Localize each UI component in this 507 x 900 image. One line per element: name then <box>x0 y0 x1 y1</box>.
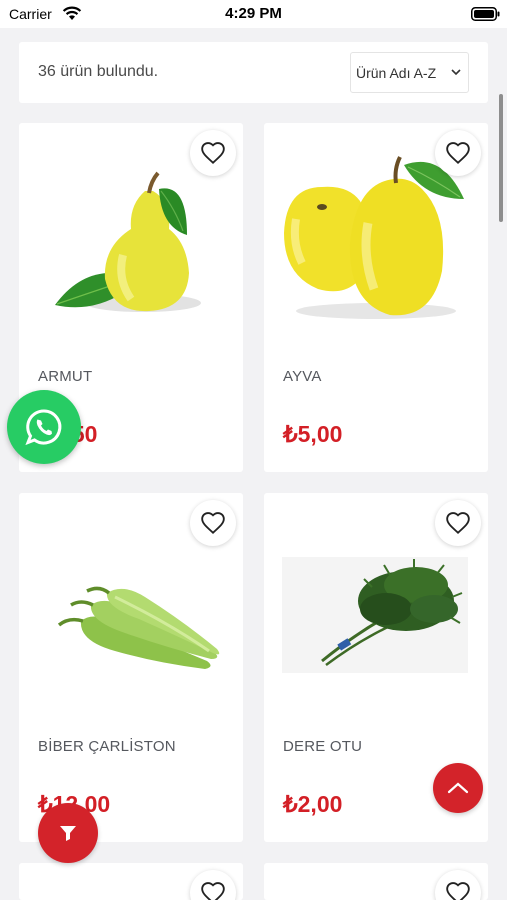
product-card[interactable] <box>264 863 488 900</box>
favorite-button[interactable] <box>190 130 236 176</box>
heart-outline-icon <box>446 512 470 535</box>
heart-outline-icon <box>201 882 225 900</box>
result-count: 36 ürün bulundu. <box>38 63 159 80</box>
product-card[interactable]: AYVA ₺5,00 <box>264 123 488 472</box>
chevron-down-icon <box>451 69 461 76</box>
battery-icon <box>471 7 500 21</box>
status-time: 4:29 PM <box>225 5 282 22</box>
sort-selected-value: Ürün Adı A-Z <box>356 65 437 81</box>
product-name: AYVA <box>283 368 322 385</box>
heart-outline-icon <box>201 512 225 535</box>
product-card[interactable] <box>19 863 243 900</box>
product-card[interactable]: BİBER ÇARLİSTON ₺12,00 <box>19 493 243 842</box>
results-toolbar: 36 ürün bulundu. Ürün Adı A-Z <box>19 42 488 103</box>
whatsapp-button[interactable] <box>7 390 81 464</box>
chevron-up-icon <box>447 782 469 794</box>
filter-button[interactable] <box>38 803 98 863</box>
heart-outline-icon <box>446 882 470 900</box>
favorite-button[interactable] <box>190 500 236 546</box>
product-name: BİBER ÇARLİSTON <box>38 738 176 755</box>
sort-select[interactable]: Ürün Adı A-Z <box>350 52 469 93</box>
whatsapp-icon <box>25 409 62 446</box>
favorite-button[interactable] <box>435 500 481 546</box>
heart-outline-icon <box>446 142 470 165</box>
product-price: ₺5,00 <box>283 421 343 447</box>
heart-outline-icon <box>201 142 225 165</box>
favorite-button[interactable] <box>435 870 481 900</box>
favorite-button[interactable] <box>190 870 236 900</box>
product-name: DERE OTU <box>283 738 363 755</box>
product-name: ARMUT <box>38 368 93 385</box>
favorite-button[interactable] <box>435 130 481 176</box>
filter-icon <box>60 826 76 841</box>
status-bar: Carrier 4:29 PM <box>0 0 507 28</box>
product-price: ₺2,00 <box>283 791 343 817</box>
scroll-to-top-button[interactable] <box>433 763 483 813</box>
scrollbar[interactable] <box>499 94 503 222</box>
